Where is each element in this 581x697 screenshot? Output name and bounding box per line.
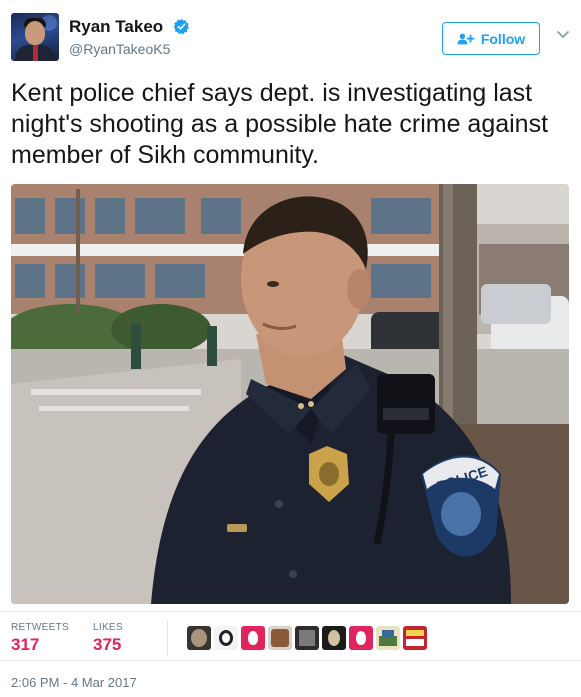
liker-avatars xyxy=(187,626,427,650)
follow-button-label: Follow xyxy=(480,30,526,47)
likes-label: LIKES xyxy=(93,622,123,633)
liker-avatar[interactable] xyxy=(187,626,211,650)
verified-badge-icon xyxy=(173,19,189,35)
chevron-down-icon[interactable] xyxy=(557,30,569,40)
liker-avatar-egg[interactable] xyxy=(349,626,373,650)
add-user-icon xyxy=(457,33,475,44)
liker-avatar[interactable] xyxy=(295,626,319,650)
retweets-stat[interactable]: RETWEETS 317 xyxy=(11,622,69,655)
stats-divider xyxy=(167,620,168,656)
tweet-text: Kent police chief says dept. is investig… xyxy=(11,79,549,169)
retweets-label: RETWEETS xyxy=(11,622,69,633)
tweet-photo[interactable]: POLICE xyxy=(11,184,569,604)
likes-stat[interactable]: LIKES 375 xyxy=(93,622,123,655)
user-handle[interactable]: @RyanTakeoK5 xyxy=(69,41,170,57)
liker-avatar[interactable] xyxy=(322,626,346,650)
liker-avatar[interactable] xyxy=(403,626,427,650)
liker-avatar[interactable] xyxy=(376,626,400,650)
likes-count: 375 xyxy=(93,635,122,654)
photo-police-chief-image: POLICE xyxy=(11,184,569,604)
liker-avatar[interactable] xyxy=(268,626,292,650)
avatar[interactable] xyxy=(11,13,59,61)
follow-button[interactable]: Follow xyxy=(442,22,540,55)
tweet-timestamp[interactable]: 2:06 PM - 4 Mar 2017 xyxy=(11,675,137,690)
liker-avatar[interactable] xyxy=(214,626,238,650)
tweet-header: Ryan Takeo @RyanTakeoK5 Follow xyxy=(0,0,581,75)
liker-avatar-egg[interactable] xyxy=(241,626,265,650)
user-name[interactable]: Ryan Takeo xyxy=(69,17,163,37)
retweets-count: 317 xyxy=(11,635,40,654)
